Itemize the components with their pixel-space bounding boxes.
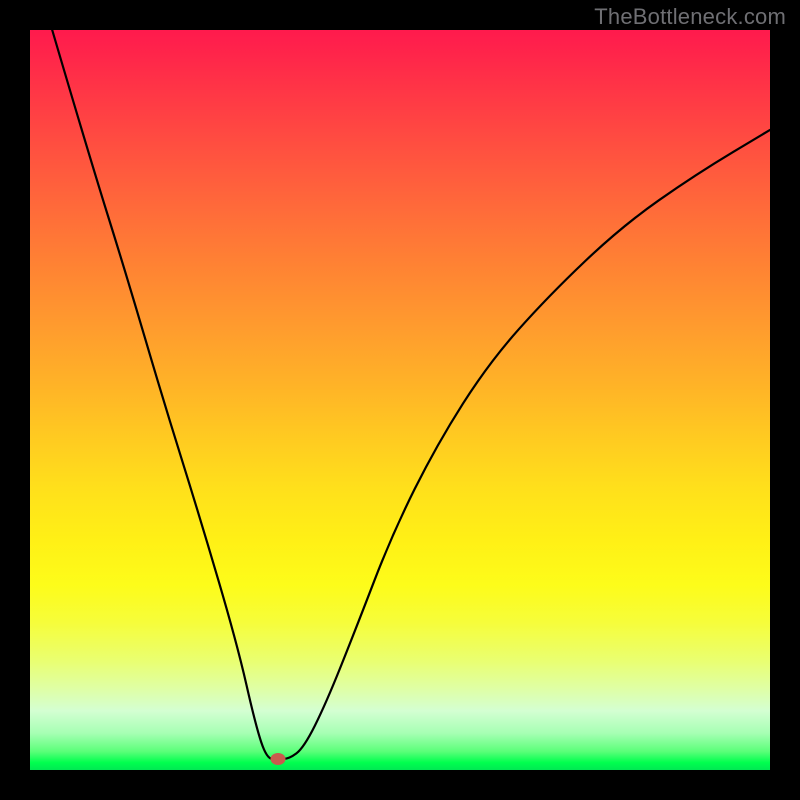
bottleneck-curve: [30, 30, 770, 770]
optimum-marker: [270, 753, 285, 765]
plot-area: [30, 30, 770, 770]
chart-frame: TheBottleneck.com: [0, 0, 800, 800]
watermark-text: TheBottleneck.com: [594, 4, 786, 30]
